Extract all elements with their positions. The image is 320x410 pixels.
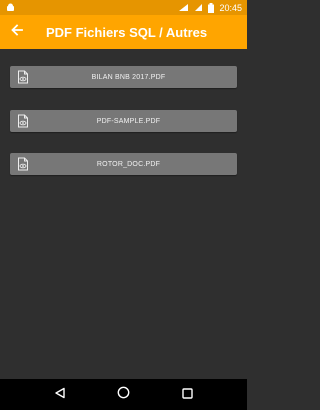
- page-title: PDF Fichiers SQL / Autres: [46, 24, 208, 40]
- pdf-view-icon: [16, 157, 30, 171]
- recents-square-icon: [181, 386, 193, 404]
- nav-home-button[interactable]: [111, 383, 135, 407]
- back-button[interactable]: [0, 15, 34, 49]
- arrow-left-icon: [11, 23, 23, 41]
- signal-4g-icon: [178, 3, 189, 12]
- status-bar: 20:45: [0, 0, 247, 15]
- back-triangle-icon: [54, 386, 66, 404]
- android-icon: [6, 3, 15, 12]
- file-button-rotor-doc[interactable]: ROTOR_DOC.PDF: [10, 153, 237, 175]
- home-circle-icon: [117, 386, 130, 404]
- pdf-view-icon: [16, 70, 30, 84]
- signal-icon: [194, 3, 203, 12]
- status-time: 20:45: [219, 2, 242, 13]
- file-list: BILAN BNB 2017.PDF PDF-SAMPLE.PDF ROTOR_…: [0, 49, 247, 379]
- file-button-pdf-sample[interactable]: PDF-SAMPLE.PDF: [10, 110, 237, 132]
- file-label: PDF-SAMPLE.PDF: [96, 117, 161, 125]
- battery-icon: [208, 2, 215, 13]
- file-button-bilan[interactable]: BILAN BNB 2017.PDF: [10, 66, 237, 88]
- app-bar: PDF Fichiers SQL / Autres: [0, 15, 247, 49]
- navigation-bar: [0, 379, 247, 410]
- nav-recents-button[interactable]: [175, 383, 199, 407]
- nav-back-button[interactable]: [48, 383, 72, 407]
- pdf-view-icon: [16, 114, 30, 128]
- file-label: ROTOR_DOC.PDF: [96, 160, 161, 168]
- file-label: BILAN BNB 2017.PDF: [91, 73, 166, 81]
